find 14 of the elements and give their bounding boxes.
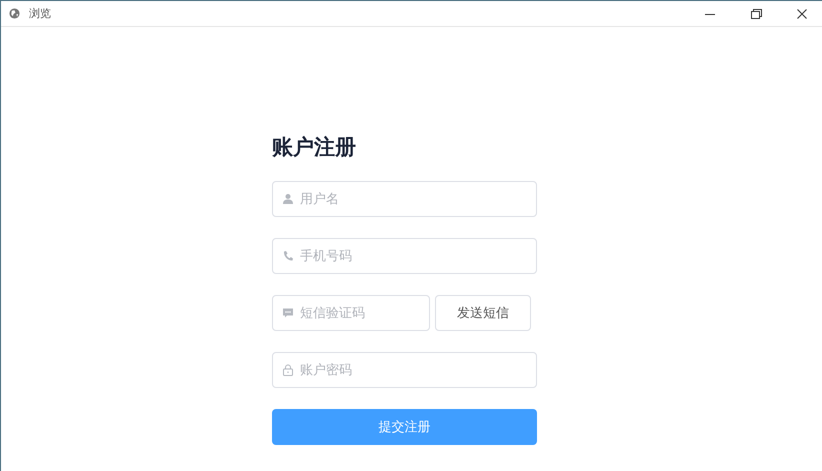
person-icon bbox=[282, 193, 294, 205]
chat-icon bbox=[282, 307, 294, 319]
input-field[interactable]: 账户密码 bbox=[272, 352, 537, 388]
globe-icon bbox=[9, 8, 20, 19]
send-sms-button[interactable]: 发送短信 bbox=[435, 295, 531, 331]
form-title: 账户注册 bbox=[272, 133, 357, 160]
phone-icon bbox=[282, 250, 294, 262]
input-field[interactable]: 手机号码 bbox=[272, 238, 537, 274]
window-title: 浏览 bbox=[29, 6, 51, 21]
input-field[interactable]: 用户名 bbox=[272, 181, 537, 217]
input-field[interactable]: 短信验证码 bbox=[272, 295, 430, 331]
lock-icon bbox=[282, 364, 294, 376]
close-icon[interactable] bbox=[796, 8, 808, 20]
restore-icon[interactable] bbox=[750, 8, 762, 20]
